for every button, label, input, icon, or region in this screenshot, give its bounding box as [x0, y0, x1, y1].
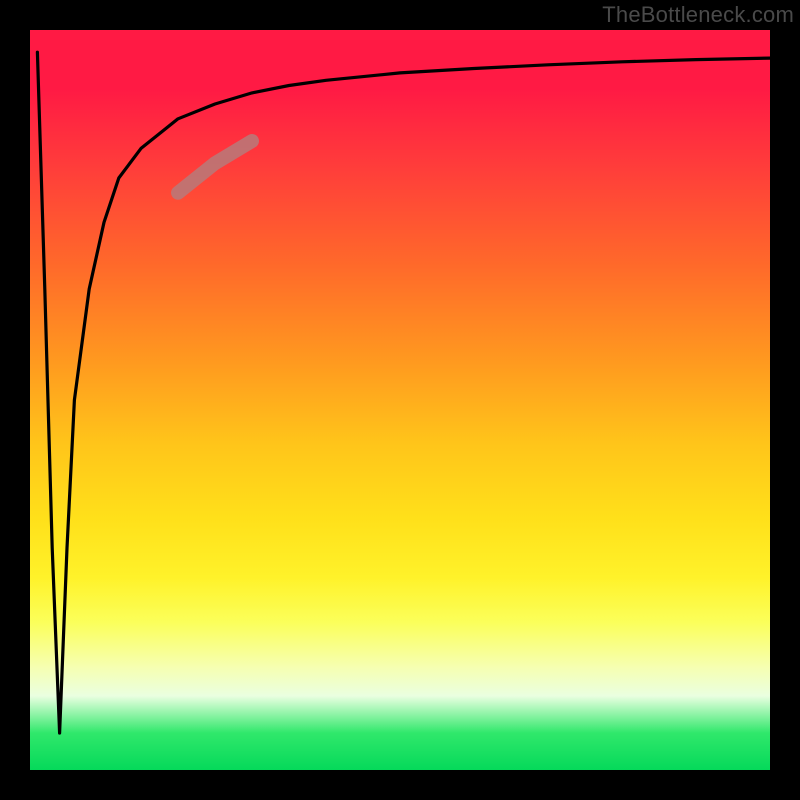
chart-plot-area — [30, 30, 770, 770]
chart-curve-layer — [30, 30, 770, 770]
bottleneck-curve — [37, 52, 770, 733]
highlight-segment — [178, 141, 252, 193]
watermark-text: TheBottleneck.com — [602, 2, 794, 28]
